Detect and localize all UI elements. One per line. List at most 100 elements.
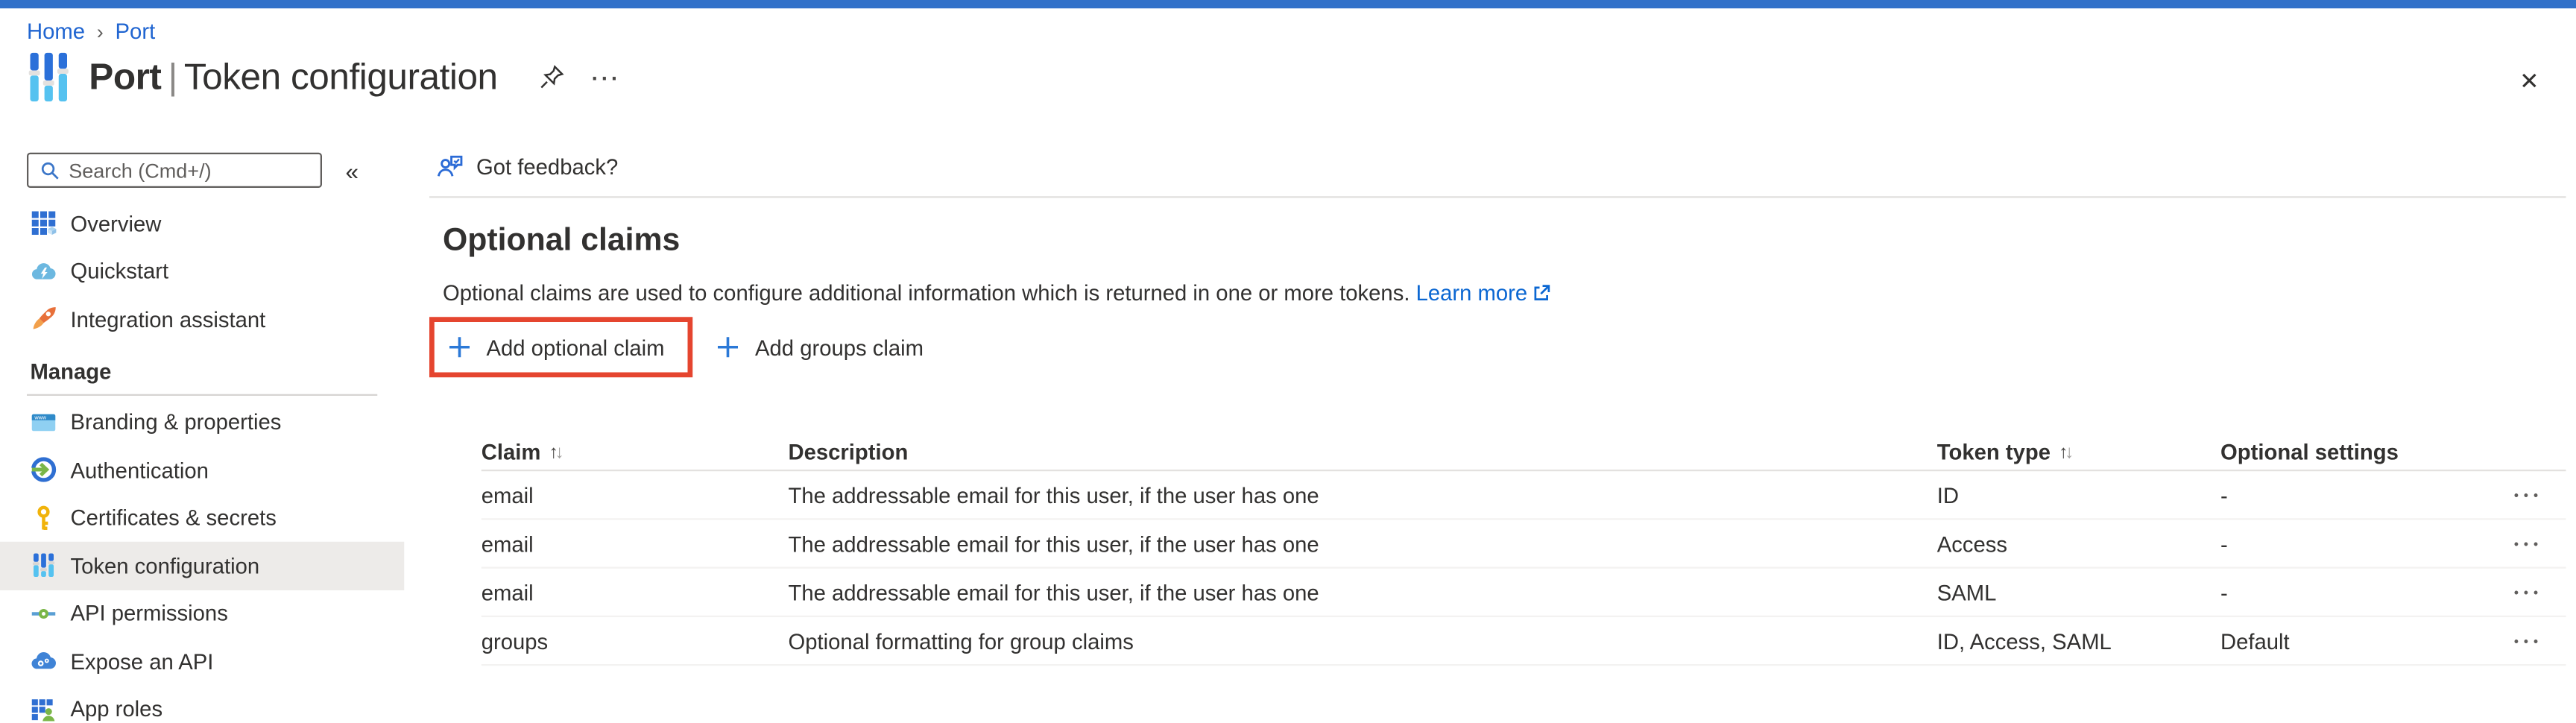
sidebar-item-authentication[interactable]: Authentication — [0, 446, 404, 494]
sort-icon: ↑↓ — [2059, 442, 2071, 462]
cell-optional-settings: Default — [2220, 628, 2514, 654]
feedback-icon — [436, 153, 464, 181]
close-button[interactable]: ✕ — [2519, 67, 2539, 95]
row-actions-button[interactable]: ••• — [2514, 633, 2566, 648]
api-permissions-icon — [31, 600, 57, 627]
sidebar-item-label: Integration assistant — [71, 306, 266, 332]
claims-table: Claim↑↓ Description Token type↑↓ Optiona… — [482, 435, 2566, 666]
cell-token-type: ID — [1937, 482, 2220, 508]
token-configuration-page-icon — [27, 52, 71, 103]
plus-icon — [716, 335, 740, 359]
sidebar-item-label: Token configuration — [71, 553, 260, 578]
sidebar-item-label: Quickstart — [71, 259, 169, 284]
column-header-claim[interactable]: Claim↑↓ — [482, 440, 789, 465]
sidebar-nav: Overview Quickstart Integration assistan… — [0, 200, 404, 723]
table-row[interactable]: groups Optional formatting for group cla… — [482, 617, 2566, 666]
learn-more-link[interactable]: Learn more — [1416, 280, 1551, 307]
cell-token-type: Access — [1937, 531, 2220, 556]
table-row[interactable]: email The addressable email for this use… — [482, 471, 2566, 520]
claims-table-header: Claim↑↓ Description Token type↑↓ Optiona… — [482, 435, 2566, 472]
sidebar-item-api-permissions[interactable]: API permissions — [0, 590, 404, 637]
learn-more-label: Learn more — [1416, 280, 1528, 307]
breadcrumb-separator-icon: › — [97, 19, 104, 43]
cell-optional-settings: - — [2220, 482, 2514, 508]
search-icon — [39, 160, 60, 181]
page-title: Port|Token configuration — [89, 55, 497, 99]
optional-claims-section: Optional claims Optional claims are used… — [416, 221, 2576, 666]
expose-api-icon — [31, 648, 57, 675]
overview-icon — [31, 210, 57, 237]
sort-icon: ↑↓ — [549, 442, 561, 462]
add-groups-claim-button[interactable]: Add groups claim — [716, 330, 924, 364]
table-row[interactable]: email The addressable email for this use… — [482, 569, 2566, 617]
collapse-sidebar-button[interactable]: « — [346, 157, 359, 183]
cell-claim: email — [482, 482, 789, 508]
quickstart-icon — [31, 258, 57, 285]
svg-text:www: www — [34, 414, 46, 420]
section-description: Optional claims are used to configure ad… — [443, 280, 2576, 307]
azure-topbar — [0, 0, 2576, 7]
row-actions-button[interactable]: ••• — [2514, 584, 2566, 599]
sidebar-item-label: Certificates & secrets — [71, 505, 277, 531]
certificates-icon — [31, 505, 57, 531]
add-optional-claim-label: Add optional claim — [487, 335, 665, 360]
sidebar-item-quickstart[interactable]: Quickstart — [0, 247, 404, 295]
commands-row: Add optional claim Add groups claim — [429, 317, 2576, 377]
sidebar-item-label: App roles — [71, 696, 163, 722]
table-row[interactable]: email The addressable email for this use… — [482, 520, 2566, 569]
cell-description: Optional formatting for group claims — [789, 628, 1937, 654]
row-actions-button[interactable]: ••• — [2514, 536, 2566, 551]
sidebar-section-manage: Manage — [0, 343, 404, 383]
more-options-button[interactable]: ··· — [592, 65, 621, 90]
cell-token-type: SAML — [1937, 579, 2220, 604]
cell-description: The addressable email for this user, if … — [789, 482, 1937, 508]
pin-icon — [538, 64, 565, 91]
breadcrumb-port-link[interactable]: Port — [116, 19, 156, 44]
token-configuration-icon — [31, 552, 57, 579]
cell-optional-settings: - — [2220, 531, 2514, 556]
got-feedback-button[interactable]: Got feedback? — [436, 153, 618, 181]
pin-button[interactable] — [538, 64, 565, 91]
plus-icon — [448, 335, 472, 359]
app-window: Home › Port Port|Token configuration ···… — [0, 0, 2576, 723]
section-title: Optional claims — [443, 221, 2576, 260]
row-actions-button[interactable]: ••• — [2514, 487, 2566, 502]
column-header-description[interactable]: Description — [789, 440, 1937, 465]
sidebar-item-label: API permissions — [71, 601, 228, 626]
page-header: Port|Token configuration ··· — [27, 52, 621, 103]
sidebar-item-integration-assistant[interactable]: Integration assistant — [0, 295, 404, 343]
sidebar-item-branding-properties[interactable]: www Branding & properties — [0, 398, 404, 446]
search-input[interactable] — [69, 159, 310, 183]
cell-claim: groups — [482, 628, 789, 654]
cell-token-type: ID, Access, SAML — [1937, 628, 2220, 654]
annotation-highlight-box: Add optional claim — [429, 317, 693, 377]
toolbar-divider — [429, 196, 2566, 198]
breadcrumb: Home › Port — [27, 19, 155, 44]
sidebar-item-label: Authentication — [71, 458, 209, 483]
authentication-icon — [31, 457, 57, 484]
cell-description: The addressable email for this user, if … — [789, 531, 1937, 556]
cell-optional-settings: - — [2220, 579, 2514, 604]
sidebar-item-overview[interactable]: Overview — [0, 200, 404, 247]
integration-assistant-icon — [31, 306, 57, 332]
app-roles-icon — [31, 695, 57, 722]
sidebar-item-label: Branding & properties — [71, 410, 282, 435]
sidebar-item-certificates-secrets[interactable]: Certificates & secrets — [0, 494, 404, 542]
breadcrumb-home-link[interactable]: Home — [27, 19, 85, 44]
add-optional-claim-button[interactable]: Add optional claim — [448, 330, 665, 364]
sidebar-item-label: Expose an API — [71, 648, 214, 674]
cell-description: The addressable email for this user, if … — [789, 579, 1937, 604]
add-groups-claim-label: Add groups claim — [755, 335, 924, 360]
external-link-icon — [1531, 283, 1551, 303]
sidebar-item-expose-an-api[interactable]: Expose an API — [0, 637, 404, 685]
branding-icon: www — [31, 408, 57, 435]
column-header-token-type[interactable]: Token type↑↓ — [1937, 440, 2220, 465]
sidebar-item-app-roles[interactable]: App roles — [0, 685, 404, 723]
got-feedback-label: Got feedback? — [476, 154, 618, 180]
main-panel: Got feedback? Optional claims Optional c… — [416, 138, 2576, 666]
sidebar-item-label: Overview — [71, 211, 162, 236]
sidebar-item-token-configuration[interactable]: Token configuration — [0, 542, 404, 590]
search-box[interactable] — [27, 153, 322, 188]
column-header-optional-settings[interactable]: Optional settings — [2220, 440, 2514, 465]
cell-claim: email — [482, 579, 789, 604]
